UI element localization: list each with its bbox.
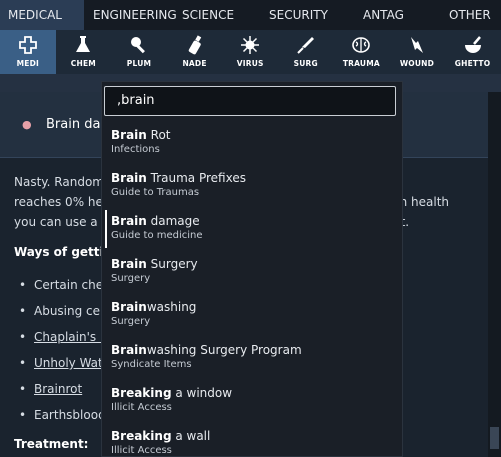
tab-engineering[interactable]: ENGINEERING xyxy=(84,0,180,30)
search-results: Brain Rot Infections Brain Trauma Prefix… xyxy=(101,122,403,457)
subtab-nade[interactable]: NADE xyxy=(167,30,223,74)
category-bar: MEDICAL ENGINEERING SCIENCE SECURITY ANT… xyxy=(0,0,501,30)
tab-other[interactable]: OTHER xyxy=(439,0,501,30)
search-result[interactable]: Brain Rot Infections xyxy=(101,122,403,165)
subtab-wound[interactable]: WOUND xyxy=(389,30,445,74)
search-result[interactable]: Brainwashing Surgery xyxy=(101,294,403,337)
scalpel-icon xyxy=(296,35,316,55)
subtab-bar: MEDI CHEM PLUM NADE VIRUS SURG TRAUMA WO… xyxy=(0,30,501,74)
search-result[interactable]: Brain Surgery Surgery xyxy=(101,251,403,294)
tab-antag[interactable]: ANTAG xyxy=(356,0,439,30)
tab-security[interactable]: SECURITY xyxy=(268,0,356,30)
tab-medical[interactable]: MEDICAL xyxy=(0,0,84,30)
grenade-icon xyxy=(185,35,205,55)
subtab-trauma[interactable]: TRAUMA xyxy=(334,30,390,74)
mortar-pestle-icon xyxy=(463,35,483,55)
flask-icon xyxy=(73,35,93,55)
subtab-label: WOUND xyxy=(399,59,435,68)
subtab-plum[interactable]: PLUM xyxy=(111,30,167,74)
subtab-chem[interactable]: CHEM xyxy=(56,30,112,74)
subtab-label: GHETTO xyxy=(454,59,491,68)
subtab-label: VIRUS xyxy=(236,59,264,68)
subtab-medi[interactable]: MEDI xyxy=(0,30,56,74)
subtab-surg[interactable]: SURG xyxy=(278,30,334,74)
subtab-label: MEDI xyxy=(16,59,39,68)
tab-science[interactable]: SCIENCE xyxy=(180,0,268,30)
search-result[interactable]: Brain Trauma Prefixes Guide to Traumas xyxy=(101,165,403,208)
scrollbar-thumb[interactable] xyxy=(490,427,499,449)
plunger-icon xyxy=(129,35,149,55)
subtab-label: PLUM xyxy=(126,59,152,68)
brain-icon xyxy=(351,35,371,55)
brain-icon: ● xyxy=(22,118,32,131)
search-result[interactable]: Breaking a window Illicit Access xyxy=(101,380,403,423)
subtab-ghetto[interactable]: GHETTO xyxy=(445,30,501,74)
search-result-selected[interactable]: Brain damage Guide to medicine xyxy=(101,208,403,251)
medical-cross-icon xyxy=(18,35,38,55)
subtab-label: CHEM xyxy=(70,59,96,68)
subtab-label: NADE xyxy=(182,59,207,68)
subtab-label: TRAUMA xyxy=(342,59,380,68)
subtab-label: SURG xyxy=(293,59,318,68)
virus-icon xyxy=(240,35,260,55)
search-result[interactable]: Breaking a wall Illicit Access xyxy=(101,423,403,457)
subtab-virus[interactable]: VIRUS xyxy=(222,30,278,74)
search-input[interactable]: ,brain xyxy=(104,86,396,116)
scrollbar[interactable] xyxy=(488,92,501,457)
wound-icon xyxy=(407,35,427,55)
search-result[interactable]: Brainwashing Surgery Program Syndicate I… xyxy=(101,337,403,380)
